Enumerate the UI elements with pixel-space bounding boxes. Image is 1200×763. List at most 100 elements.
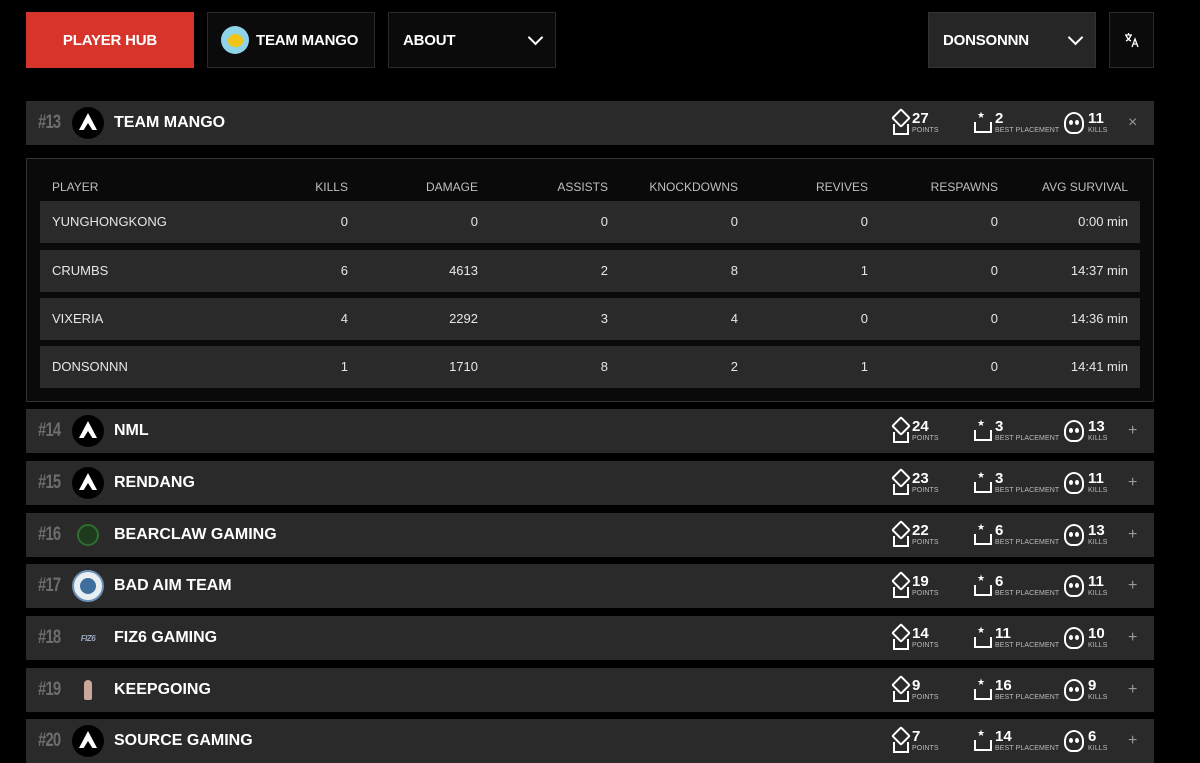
team-rank: #15 [38,472,61,493]
apex-icon [72,107,104,139]
points-stat: 24 POINTS [892,419,939,443]
team-button[interactable]: TEAM MANGO [207,12,375,68]
podium-icon [973,573,992,596]
player-respawns-cell: 0 [990,263,998,278]
team-row[interactable]: #17BAD AIM TEAM19POINTS6BEST PLACEMENT11… [26,564,1154,608]
team-row[interactable]: #14NML24POINTS3BEST PLACEMENT13KILLS+ [26,409,1154,453]
team-name: RENDANG [114,474,195,491]
user-dropdown[interactable]: DONSONNN [928,12,1096,68]
points-icon [892,523,909,547]
team-mango-logo [221,26,249,54]
points-label: POINTS [912,435,939,442]
player-avg-survival-cell: 14:36 min [1070,311,1128,326]
kills-value: 10 [1088,625,1105,642]
team-row[interactable]: #20SOURCE GAMING7POINTS14BEST PLACEMENT6… [26,719,1154,763]
best-placement-value: 6 [995,522,1004,539]
team-rank: #19 [38,679,61,700]
points-label: POINTS [912,487,939,494]
team-row[interactable]: #15RENDANG23POINTS3BEST PLACEMENT11KILLS… [26,461,1154,505]
kills-stat: 13 KILLS [1064,523,1108,547]
points-stat: 22 POINTS [892,523,939,547]
best-placement-stat: 3BEST PLACEMENT [973,470,1059,495]
points-value: 24 [912,418,929,435]
kills-stat: 11 KILLS [1064,111,1108,135]
kills-stat: 11 KILLS [1064,574,1108,598]
apex-icon [72,467,104,499]
team-rank: #13 [38,112,61,133]
about-dropdown[interactable]: ABOUT [388,12,556,68]
kills-label: KILLS [1088,487,1108,494]
best-placement-stat: 2BEST PLACEMENT [973,110,1060,135]
player-hub-label: PLAYER HUB [62,31,158,49]
expand-icon[interactable]: + [1128,732,1137,750]
points-stat: 7 POINTS [892,729,939,753]
player-damage-cell: 1710 [449,359,478,374]
team-name: TEAM MANGO [114,114,226,131]
player-damage-cell: 2292 [449,311,478,326]
points-icon [892,729,909,753]
player-damage-cell: 0 [470,214,478,229]
best-placement-label: BEST PLACEMENT [995,127,1060,134]
player-avg-survival-cell: 0:00 min [1078,214,1128,229]
team-row[interactable]: #18FIZ6 GAMING14POINTS11BEST PLACEMENT10… [26,616,1154,660]
kills-label: KILLS [1088,127,1108,134]
team-rank: #20 [38,730,61,751]
chevron-down-icon [1067,29,1084,46]
player-assists-cell: 2 [600,263,608,278]
player-knockdowns-cell: 0 [730,214,738,229]
best-placement-label: BEST PLACEMENT [995,745,1060,752]
player-revives-cell: 0 [860,311,868,326]
best-placement-label: BEST PLACEMENT [995,590,1060,597]
points-icon [892,678,909,702]
points-label: POINTS [912,539,939,546]
kills-label: KILLS [1088,435,1108,442]
player-respawns-cell: 0 [990,359,998,374]
points-label: POINTS [912,590,939,597]
kills-value: 6 [1088,728,1097,745]
player-kills-cell: 1 [340,359,348,374]
col-header-revives: REVIVES [815,180,868,194]
expand-icon[interactable]: + [1128,629,1137,647]
team-button-label: TEAM MANGO [256,31,359,49]
best-placement-value: 6 [995,573,1004,590]
best-placement-stat: 16BEST PLACEMENT [973,677,1059,702]
expand-icon[interactable]: + [1128,681,1137,699]
points-icon [892,111,909,135]
kills-label: KILLS [1088,539,1108,546]
col-header-avg-survival: AVG SURVIVAL [1041,180,1128,194]
kills-value: 13 [1088,522,1105,539]
user-label: DONSONNN [943,31,1029,49]
expand-icon[interactable]: + [1128,526,1137,544]
team-row-expanded[interactable]: #13 TEAM MANGO 27POINTS 2BEST PLACEMENT … [26,101,1154,145]
points-icon [892,419,909,443]
points-value: 23 [912,470,929,487]
player-hub-button[interactable]: PLAYER HUB [26,12,194,68]
points-value: 7 [912,728,921,745]
player-player-cell: DONSONNN [52,359,128,374]
player-row: YUNGHONGKONG 0 0 0 0 0 0 0:00 min [40,201,1140,243]
skull-icon [1064,730,1084,752]
player-avg-survival-cell: 14:41 min [1070,359,1128,374]
player-avg-survival-cell: 14:37 min [1070,263,1128,278]
team-row[interactable]: #19KEEPGOING9POINTS16BEST PLACEMENT9KILL… [26,668,1154,712]
player-assists-cell: 0 [600,214,608,229]
player-player-cell: VIXERIA [52,311,104,326]
expand-icon[interactable]: + [1128,474,1137,492]
expand-icon[interactable]: + [1128,577,1137,595]
team-name: BAD AIM TEAM [114,577,232,594]
best-placement-value: 16 [995,677,1012,694]
language-button[interactable] [1109,12,1154,68]
skull-icon [1064,575,1084,597]
skull-icon [1064,112,1084,134]
about-label: ABOUT [403,31,456,49]
points-icon [892,471,909,495]
team-rank: #14 [38,420,61,441]
player-respawns-cell: 0 [990,311,998,326]
best-placement-label: BEST PLACEMENT [995,642,1060,649]
chevron-down-icon [527,29,544,46]
team-row[interactable]: #16 BEARCLAW GAMING 22POINTS 6BEST PLACEMEN… [26,513,1154,557]
points-stat: 14 POINTS [892,626,939,650]
collapse-icon[interactable]: × [1128,114,1137,132]
expand-icon[interactable]: + [1128,422,1137,440]
col-header-assists: ASSISTS [557,180,608,194]
